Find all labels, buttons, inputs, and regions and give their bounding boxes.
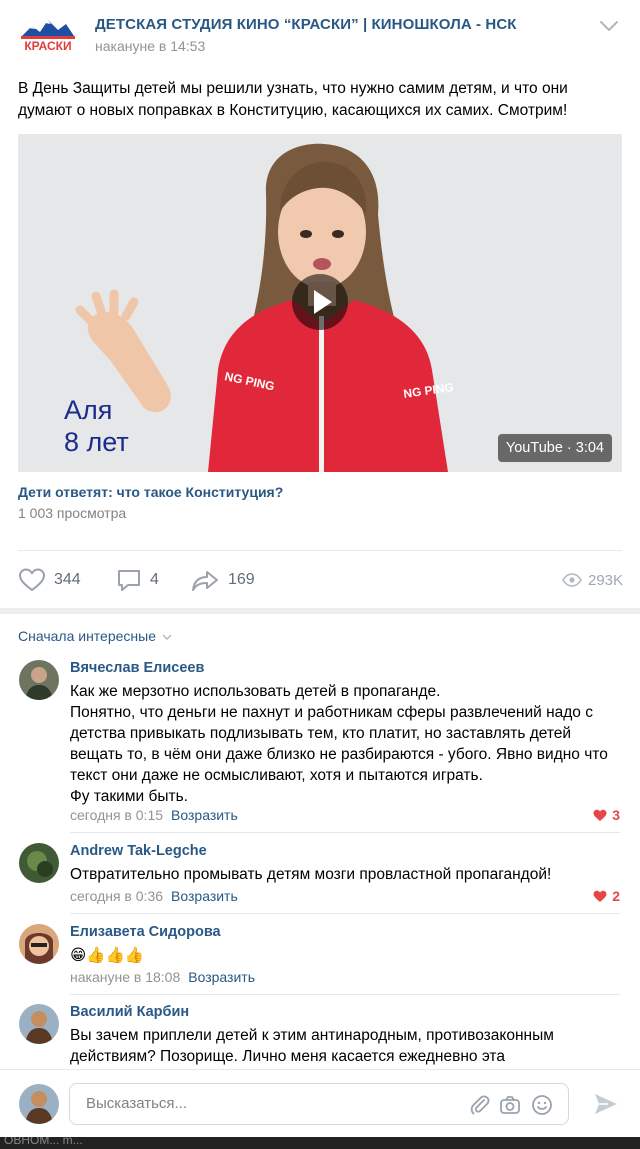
shares-count: 169 bbox=[228, 571, 255, 588]
reply-button[interactable]: Возразить bbox=[171, 888, 238, 904]
section-gap bbox=[0, 608, 640, 614]
comments-sort-dropdown[interactable]: Сначала интересные bbox=[18, 628, 172, 644]
video-player[interactable]: NG PING NG PING Аля 8 лет YouTube · 3:04 bbox=[18, 134, 622, 472]
comment-author[interactable]: Andrew Tak-Legche bbox=[70, 843, 207, 859]
comment-input-placeholder: Высказаться... bbox=[86, 1095, 188, 1112]
comment-text: Вы зачем приплели детей к этим антинарод… bbox=[70, 1027, 554, 1065]
comment-meta: сегодня в 0:36 Возразить bbox=[70, 888, 238, 904]
avatar[interactable] bbox=[19, 843, 59, 883]
video-views: 1 003 просмотра bbox=[18, 505, 127, 521]
comment-author[interactable]: Василий Карбин bbox=[70, 1004, 189, 1020]
chevron-down-icon[interactable] bbox=[598, 18, 620, 34]
divider bbox=[70, 913, 620, 914]
comment-composer: Высказаться... bbox=[0, 1069, 640, 1137]
post-actions: 344 4 169 293K bbox=[0, 560, 640, 600]
like-button[interactable]: 344 bbox=[18, 560, 81, 600]
post-header: КРАСКИ ДЕТСКАЯ СТУДИЯ КИНО “КРАСКИ” | КИ… bbox=[0, 0, 640, 66]
comments-count: 4 bbox=[150, 571, 159, 588]
comment-icon bbox=[118, 570, 140, 591]
group-logo[interactable]: КРАСКИ bbox=[18, 14, 78, 54]
heart-filled-icon bbox=[593, 809, 607, 821]
eye-icon bbox=[562, 573, 582, 587]
comment-meta: накануне в 18:08 Возразить bbox=[70, 969, 255, 985]
comment-likes-count: 3 bbox=[612, 807, 620, 823]
comment-date[interactable]: накануне в 18:08 bbox=[70, 969, 180, 985]
avatar[interactable] bbox=[19, 660, 59, 700]
comment-date[interactable]: сегодня в 0:36 bbox=[70, 888, 163, 904]
post-text: В День Защиты детей мы решили узнать, чт… bbox=[18, 80, 568, 119]
share-icon bbox=[192, 571, 218, 591]
comment-item: Вячеслав Елисеев Как же мерзотно использ… bbox=[0, 660, 640, 833]
play-icon bbox=[314, 290, 332, 314]
heart-filled-icon bbox=[593, 890, 607, 902]
bottom-strip: ОВНОМ... m... bbox=[0, 1137, 640, 1149]
comment-item: Василий Карбин Вы зачем приплели детей к… bbox=[0, 1004, 640, 1068]
comment-text: Как же мерзотно использовать детей в про… bbox=[70, 681, 620, 807]
send-icon[interactable] bbox=[592, 1090, 620, 1118]
divider bbox=[18, 550, 622, 551]
comment-like-button[interactable]: 3 bbox=[593, 807, 620, 823]
reply-button[interactable]: Возразить bbox=[171, 807, 238, 823]
chevron-down-icon bbox=[162, 634, 172, 640]
comment-text-body: Как же мерзотно использовать детей в про… bbox=[70, 683, 608, 805]
video-caption-name: Аля bbox=[64, 395, 113, 425]
camera-icon[interactable] bbox=[498, 1093, 522, 1117]
comment-author[interactable]: Вячеслав Елисеев bbox=[70, 660, 204, 676]
comment-meta: сегодня в 0:15 Возразить bbox=[70, 807, 238, 823]
my-avatar[interactable] bbox=[19, 1084, 59, 1124]
play-button[interactable] bbox=[292, 274, 348, 330]
comment-text: 😁👍👍👍 bbox=[70, 947, 145, 964]
divider bbox=[70, 832, 620, 833]
comment-text: Отвратительно промывать детям мозги пров… bbox=[70, 866, 552, 883]
views-indicator: 293K bbox=[562, 560, 623, 600]
video-title[interactable]: Дети ответят: что такое Конституция? bbox=[18, 484, 283, 500]
group-name[interactable]: ДЕТСКАЯ СТУДИЯ КИНО “КРАСКИ” | КИНОШКОЛА… bbox=[95, 16, 517, 33]
comment-button[interactable]: 4 bbox=[116, 560, 159, 600]
avatar[interactable] bbox=[19, 1004, 59, 1044]
comment-input[interactable]: Высказаться... bbox=[69, 1083, 569, 1125]
comment-item: Елизавета Сидорова 😁👍👍👍 накануне в 18:08… bbox=[0, 924, 640, 995]
comment-like-button[interactable]: 2 bbox=[593, 888, 620, 904]
video-duration-badge: YouTube · 3:04 bbox=[497, 434, 612, 462]
avatar[interactable] bbox=[19, 924, 59, 964]
comment-item: Andrew Tak-Legche Отвратительно промыват… bbox=[0, 843, 640, 914]
likes-count: 344 bbox=[54, 571, 81, 588]
sort-label: Сначала интересные bbox=[18, 628, 156, 644]
logo-text: КРАСКИ bbox=[24, 39, 71, 53]
views-count: 293K bbox=[588, 571, 624, 589]
comment-date[interactable]: сегодня в 0:15 bbox=[70, 807, 163, 823]
group-logo-image: КРАСКИ bbox=[21, 20, 75, 53]
comment-author[interactable]: Елизавета Сидорова bbox=[70, 924, 221, 940]
post-date[interactable]: накануне в 14:53 bbox=[95, 38, 205, 54]
divider bbox=[70, 994, 620, 995]
smile-icon[interactable] bbox=[530, 1093, 554, 1117]
reply-button[interactable]: Возразить bbox=[188, 969, 255, 985]
paperclip-icon[interactable] bbox=[468, 1093, 492, 1117]
heart-icon bbox=[18, 568, 46, 592]
comment-likes-count: 2 bbox=[612, 888, 620, 904]
bottom-strip-text: ОВНОМ... m... bbox=[4, 1137, 83, 1147]
video-caption-age: 8 лет bbox=[64, 427, 129, 457]
share-button[interactable]: 169 bbox=[190, 560, 255, 600]
